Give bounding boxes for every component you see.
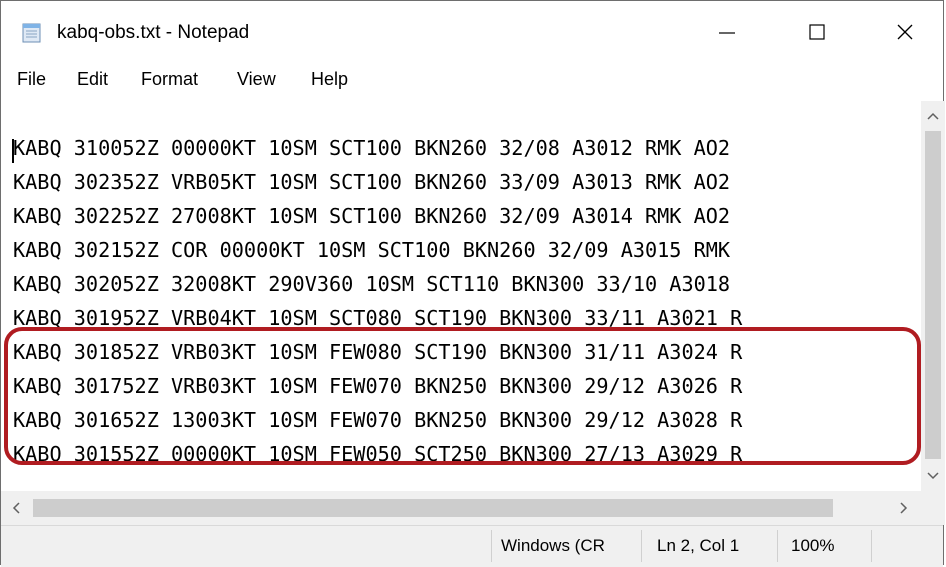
scroll-right-icon[interactable] [891,491,915,525]
menu-format[interactable]: Format [141,67,198,91]
text-line: KABQ 302052Z 32008KT 290V360 10SM SCT110… [13,272,731,296]
menu-edit[interactable]: Edit [77,67,108,91]
text-line: KABQ 302252Z 27008KT 10SM SCT100 BKN260 … [13,204,731,228]
maximize-icon [809,24,825,40]
scroll-up-icon[interactable] [921,105,945,129]
text-line: KABQ 301952Z VRB04KT 10SM SCT080 SCT190 … [13,306,743,330]
window-title: kabq-obs.txt - Notepad [57,22,250,43]
minimize-icon [719,32,735,34]
menu-help[interactable]: Help [311,67,348,91]
text-line: KABQ 310052Z 00000KT 10SM SCT100 BKN260 … [13,136,731,160]
scrollbar-corner [921,491,945,525]
text-editor[interactable]: KABQ 310052Z 00000KT 10SM SCT100 BKN260 … [1,101,921,491]
maximize-button[interactable] [773,1,861,63]
title-bar[interactable]: kabq-obs.txt - Notepad [1,1,943,63]
status-divider [871,530,872,562]
vertical-scroll-thumb[interactable] [925,131,941,459]
menu-bar: File Edit Format View Help [1,63,943,97]
status-divider [491,530,492,562]
scroll-down-icon[interactable] [921,463,945,487]
horizontal-scrollbar[interactable] [1,491,921,525]
status-divider [777,530,778,562]
status-cursor-position: Ln 2, Col 1 [657,536,740,555]
close-icon [897,24,913,40]
horizontal-scroll-thumb[interactable] [33,499,833,517]
menu-view[interactable]: View [237,67,276,91]
text-line: KABQ 301752Z VRB03KT 10SM FEW070 BKN250 … [13,374,743,398]
minimize-button[interactable] [683,1,771,63]
status-bar: Windows (CR Ln 2, Col 1 100% [1,525,943,567]
status-encoding: Windows (CR [501,536,605,555]
text-caret [12,139,14,163]
status-divider [641,530,642,562]
text-line: KABQ 301552Z 00000KT 10SM FEW050 SCT250 … [13,442,743,466]
menu-file[interactable]: File [17,67,46,91]
text-line: KABQ 301652Z 13003KT 10SM FEW070 BKN250 … [13,408,743,432]
text-line: KABQ 302152Z COR 00000KT 10SM SCT100 BKN… [13,238,731,262]
scroll-left-icon[interactable] [5,491,29,525]
vertical-scrollbar[interactable] [921,101,945,491]
notepad-window: kabq-obs.txt - Notepad File Edit Format … [0,0,945,567]
notepad-icon [21,21,43,43]
status-zoom: 100% [791,536,835,555]
close-button[interactable] [861,1,946,63]
text-line: KABQ 301852Z VRB03KT 10SM FEW080 SCT190 … [13,340,743,364]
text-line: KABQ 302352Z VRB05KT 10SM SCT100 BKN260 … [13,170,731,194]
